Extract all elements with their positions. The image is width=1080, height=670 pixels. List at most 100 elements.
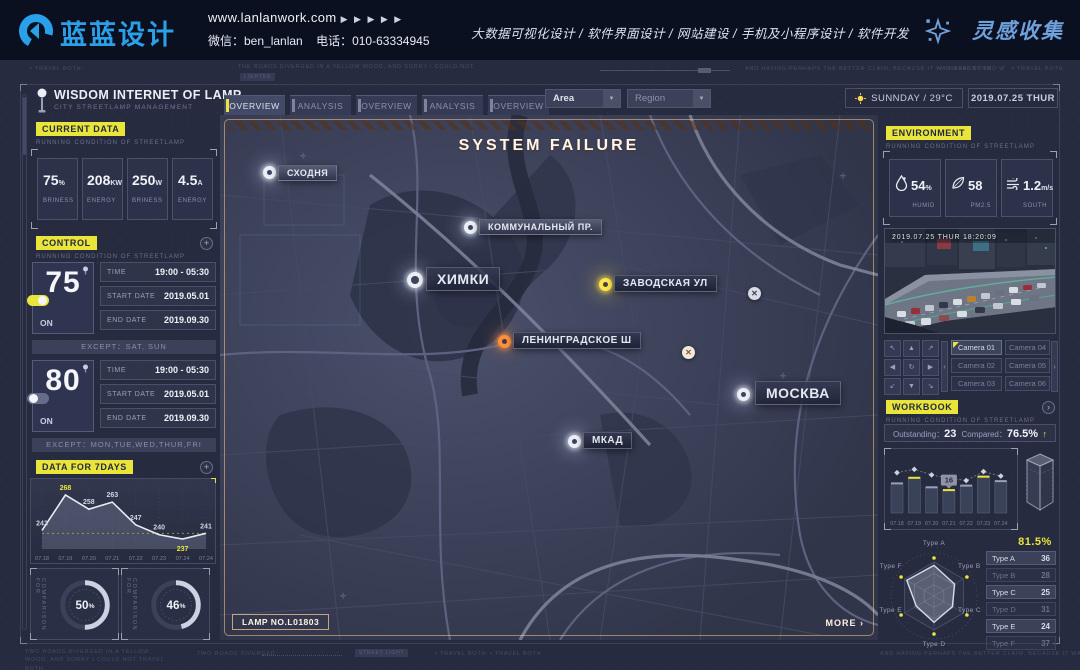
svg-text:07.22: 07.22 (129, 556, 143, 562)
type-c-row[interactable]: Type C25 (986, 585, 1056, 599)
radar-label-c: Type C (958, 607, 981, 614)
control-label: CONTROL (36, 236, 97, 250)
camera-04-button[interactable]: Camera 04 (1005, 340, 1050, 355)
comparison-gauge-1: COMPARISON FOR 50% (30, 568, 119, 640)
svg-text:07.19: 07.19 (908, 521, 922, 527)
decor-divider (262, 655, 342, 656)
start-date-field[interactable]: START DATE2019.05.01 (100, 286, 216, 306)
area-select[interactable]: Area▼ (545, 89, 621, 108)
svg-text:243: 243 (36, 520, 48, 527)
cube-graphic (1026, 452, 1054, 512)
camera-05-button[interactable]: Camera 05 (1005, 358, 1050, 373)
sparkle-icon (924, 17, 952, 45)
arrow-decor: ▶ ▶ ▶ ▶ ▶ (341, 14, 404, 24)
svg-text:268: 268 (60, 485, 72, 492)
pm25-stat: 58 PM2.5 (945, 159, 997, 217)
decor-travel-4: ▪ TRAVEL BOTH (435, 651, 486, 657)
camera-feed[interactable]: 2019.07.25 THUR 18:20:09 (884, 228, 1056, 334)
pan-down-left-button[interactable]: ↙ (884, 378, 901, 395)
website-url: www.lanlanwork.com (208, 10, 337, 25)
decor-lighted-1: LIGHTED (240, 73, 275, 81)
end-date-field[interactable]: END DATE2019.09.30 (100, 310, 216, 330)
camera-list-prev-button[interactable]: ‹ (941, 341, 948, 392)
environment-label: ENVIRONMENT (886, 126, 971, 140)
radar-label-a: Type A (908, 540, 960, 547)
pan-down-button[interactable]: ▼ (903, 378, 920, 395)
more-link[interactable]: MORE › (826, 618, 865, 628)
camera-06-button[interactable]: Camera 06 (1005, 376, 1050, 391)
failure-lamp-id: LAMP NO.L01803 (232, 614, 329, 630)
tab-analysis-2[interactable]: ANALYSIS (422, 95, 483, 115)
decor-travel-3: ▪ TRAVEL BOTH (1012, 66, 1063, 72)
radar-label-e: Type E (856, 607, 902, 614)
collect-label: 灵感收集 (972, 15, 1064, 45)
stat-energy-kw: 208KW ENERGY (82, 158, 123, 220)
brightness-box-2: 80 ON (32, 360, 94, 432)
seven-days-add-button[interactable]: + (200, 461, 213, 474)
decor-bottom-poem: TWO ROADS DIVERGED IN A YELLOW WOOD, AND… (25, 648, 165, 670)
camera-01-button[interactable]: Camera 01 (951, 340, 1002, 355)
workbook-more-button[interactable]: › (1042, 401, 1055, 414)
control-rows-2: TIME19:00 - 05:30 START DATE2019.05.01 E… (100, 360, 216, 432)
trend-up-icon: ↑ (1043, 429, 1048, 439)
page-title: WISDOM INTERNET OF LAMP (54, 88, 242, 102)
current-data-label: CURRENT DATA (36, 122, 125, 136)
type-e-row[interactable]: Type E24 (986, 619, 1056, 633)
current-data-panel: 75% BRINESS 208KW ENERGY 250W BRINESS 4.… (32, 150, 216, 228)
svg-text:247: 247 (130, 515, 142, 522)
start-date-field[interactable]: START DATE2019.05.01 (100, 384, 216, 404)
seven-days-label: DATA FOR 7DAYS (36, 460, 133, 474)
tab-analysis-1[interactable]: ANALYSIS (290, 95, 351, 115)
svg-text:07.21: 07.21 (105, 556, 119, 562)
pan-left-button[interactable]: ◀ (884, 359, 901, 376)
type-d-row[interactable]: Type D31 (986, 602, 1056, 616)
decor-bottom-right: AND HAVING PERHAPS THE BETTER CLAIM, BEC… (880, 651, 1080, 657)
sun-icon (855, 93, 866, 104)
stat-briness-w: 250W BRINESS (127, 158, 168, 220)
camera-image (885, 229, 1056, 334)
except-bar-2: EXCEPT：MON,TUE,WED,THUR,FRI (32, 438, 216, 452)
workbook-label: WORKBOOK (886, 400, 958, 414)
lamp-toggle-1[interactable] (27, 295, 49, 306)
brightness-box-1: 75 ON (32, 262, 94, 334)
type-b-row[interactable]: Type B28 (986, 568, 1056, 582)
decor-travel-1: ▪ TRAVEL BOTH (30, 66, 81, 72)
svg-text:46%: 46% (167, 599, 186, 612)
svg-text:16: 16 (945, 476, 953, 485)
close-icon[interactable]: ✕ (682, 346, 695, 359)
camera-03-button[interactable]: Camera 03 (951, 376, 1002, 391)
pan-up-button[interactable]: ▲ (903, 340, 920, 357)
region-select[interactable]: Region▼ (627, 89, 711, 108)
tab-overview-2[interactable]: OVERVIEW (356, 95, 417, 115)
lamp-toggle-2[interactable] (27, 393, 49, 404)
left-scrollbar[interactable] (22, 94, 27, 630)
pan-right-button[interactable]: ▶ (922, 359, 939, 376)
type-a-row[interactable]: Type A36 (986, 551, 1056, 565)
time-field[interactable]: TIME19:00 - 05:30 (100, 360, 216, 380)
pan-up-left-button[interactable]: ↖ (884, 340, 901, 357)
tab-overview-1[interactable]: OVERVIEW (224, 95, 285, 115)
control-add-button[interactable]: + (200, 237, 213, 250)
date-text: 2019.07.25 THUR (971, 93, 1055, 104)
svg-text:07.24: 07.24 (994, 521, 1008, 527)
time-field[interactable]: TIME19:00 - 05:30 (100, 262, 216, 282)
city-map[interactable]: СХОДНЯ КОММУНАЛЬНЫЙ ПР. ХИМКИ ЗАВОДСКАЯ … (220, 115, 878, 640)
page-subtitle: CITY STREETLAMP MANAGEMENT (54, 104, 193, 111)
tab-overview-3[interactable]: OVERVIEW (488, 95, 549, 115)
droplet-icon (895, 175, 908, 191)
chevron-down-icon: ▼ (693, 90, 710, 107)
decor-slider[interactable] (600, 70, 730, 71)
comparison-gauge-2: COMPARISON FOR 46% (121, 568, 210, 640)
environment-subtitle: RUNNING CONDITION OF STREETLAMP (886, 144, 1035, 150)
camera-02-button[interactable]: Camera 02 (951, 358, 1002, 373)
pan-up-right-button[interactable]: ↗ (922, 340, 939, 357)
promo-banner: 蓝蓝设计 www.lanlanwork.com ▶ ▶ ▶ ▶ ▶ 微信：ben… (0, 0, 1080, 60)
pan-down-right-button[interactable]: ↘ (922, 378, 939, 395)
humidity-stat: 54% HUMID (889, 159, 941, 217)
type-f-row[interactable]: Type F37 (986, 636, 1056, 650)
reset-view-button[interactable]: ↻ (903, 359, 920, 376)
svg-text:237: 237 (177, 546, 189, 553)
camera-list-next-button[interactable]: › (1051, 341, 1058, 392)
failure-title: SYSTEM FAILURE (220, 137, 878, 155)
end-date-field[interactable]: END DATE2019.09.30 (100, 408, 216, 428)
